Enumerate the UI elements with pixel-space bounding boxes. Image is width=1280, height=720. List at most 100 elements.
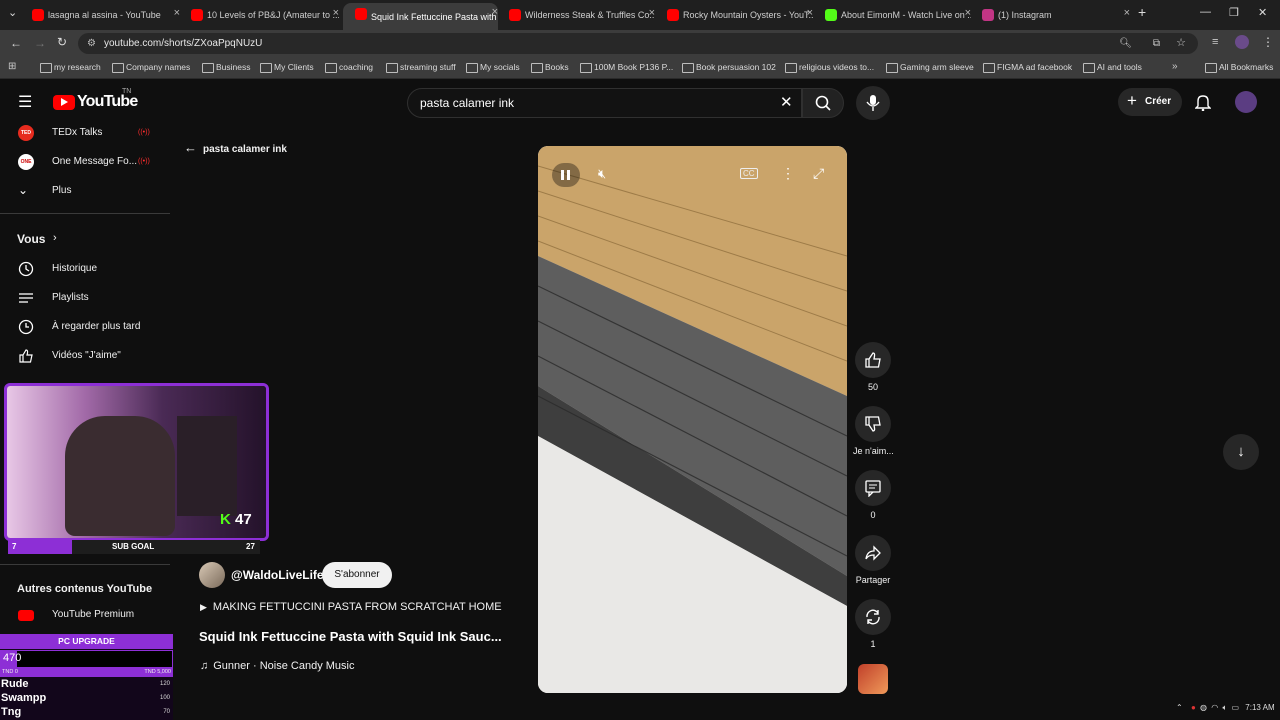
remix-count: 1	[870, 639, 876, 649]
tab-5[interactable]: Rocky Mountain Oysters - YouT... ×	[655, 4, 813, 26]
bookmark-folder[interactable]: FIGMA ad facebook	[983, 62, 1072, 73]
account-avatar[interactable]	[1235, 91, 1257, 113]
youtube-favicon-icon	[355, 8, 367, 20]
sidebar-youtube-premium[interactable]: YouTube Premium	[0, 601, 170, 629]
next-short-button[interactable]: ↓	[1223, 434, 1259, 470]
wifi-icon[interactable]: ◠	[1211, 703, 1218, 712]
extensions-icon[interactable]: ≡	[1212, 36, 1218, 48]
bookmark-folder[interactable]: religious videos to...	[785, 62, 874, 73]
clear-search-icon[interactable]: ✕	[780, 93, 793, 111]
tray-chevron-icon[interactable]: ⌃	[1176, 703, 1183, 712]
sidebar-more[interactable]: ⌄ Plus	[0, 177, 170, 205]
tray-app-icon[interactable]: ●	[1191, 703, 1196, 712]
hamburger-menu-icon[interactable]: ☰	[18, 92, 32, 112]
new-tab-icon[interactable]: +	[1138, 4, 1146, 20]
search-button[interactable]	[802, 88, 844, 118]
fullscreen-icon[interactable]: ⤢	[813, 165, 824, 182]
tab-7[interactable]: (1) Instagram ×	[970, 4, 1130, 26]
search-input[interactable]: pasta calamer ink	[407, 88, 802, 118]
tab-4[interactable]: Wilderness Steak & Truffles Co... ×	[497, 4, 655, 26]
bookmark-folder[interactable]: My Clients	[260, 62, 314, 73]
sidebar-watch-later[interactable]: À regarder plus tard	[0, 313, 170, 341]
captions-icon[interactable]: CC	[740, 168, 758, 179]
close-icon[interactable]: ×	[1124, 7, 1130, 19]
tab-6[interactable]: About EimonM - Watch Live on ... ×	[813, 4, 971, 26]
bookmark-folder[interactable]: AI and tools	[1083, 62, 1142, 73]
address-row: ← → ↻ ⚙ youtube.com/shorts/ZXoaPpqNUzU 🔍…	[0, 30, 1280, 57]
bookmark-folder[interactable]: Book persuasion 102	[682, 62, 776, 73]
tab-1[interactable]: lasagna al assina - YouTube ×	[20, 4, 180, 26]
comments-button[interactable]: 0	[855, 470, 891, 520]
window-close-icon[interactable]: ✕	[1258, 6, 1267, 19]
sidebar-you-header[interactable]: Vous ›	[0, 224, 170, 252]
channel-handle[interactable]: @WaldoLiveLife	[231, 568, 324, 582]
thumbs-up-icon	[865, 352, 881, 368]
bookmark-folder[interactable]: Gaming arm sleeve	[886, 62, 974, 73]
youtube-favicon-icon	[191, 9, 203, 21]
music-note-icon: ♫	[200, 660, 209, 672]
like-button[interactable]: 50	[855, 342, 891, 392]
volume-icon[interactable]: 🔈︎	[1222, 703, 1227, 712]
bookmark-folder[interactable]: Business	[202, 62, 251, 73]
short-music[interactable]: ♫ Gunner · Noise Candy Music	[200, 660, 354, 672]
tab-title: 10 Levels of PB&J (Amateur to ...	[207, 10, 339, 20]
notifications-bell-icon[interactable]	[1195, 94, 1211, 111]
short-video-player[interactable]: 🔇︎ CC ⋮ ⤢	[538, 146, 847, 693]
bookmark-folder[interactable]: My socials	[466, 62, 520, 73]
bookmark-folder[interactable]: Books	[531, 62, 569, 73]
bookmark-folder[interactable]: Company names	[112, 62, 190, 73]
install-icon[interactable]: ⧉	[1153, 33, 1160, 54]
url-bar[interactable]: ⚙ youtube.com/shorts/ZXoaPpqNUzU 🔍︎ ⧉ ☆	[78, 33, 1198, 54]
bookmark-folder[interactable]: my research	[40, 62, 101, 73]
create-button[interactable]: + Créer	[1118, 88, 1182, 116]
bookmark-folder[interactable]: 100M Book P136 P...	[580, 62, 673, 73]
sidebar-label: Playlists	[52, 292, 89, 303]
sidebar-sub-one-message[interactable]: ONE One Message Fo... ((•))	[0, 148, 170, 176]
tab-search-icon[interactable]: ⌄	[8, 6, 17, 19]
sub-goal-target: 27	[246, 542, 255, 551]
url-text: youtube.com/shorts/ZXoaPpqNUzU	[104, 38, 263, 49]
reload-icon[interactable]: ↻	[57, 35, 67, 49]
tab-3-active[interactable]: Squid Ink Fettuccine Pasta with ... ×	[343, 3, 498, 30]
microphone-icon	[866, 95, 880, 111]
channel-avatar[interactable]	[199, 562, 225, 588]
short-caption[interactable]: ▶ MAKING FETTUCCINI PASTA FROM SCRATCHAT …	[200, 601, 502, 613]
sidebar-liked-videos[interactable]: Vidéos "J'aime"	[0, 342, 170, 370]
sound-thumbnail[interactable]	[858, 664, 888, 694]
back-to-results[interactable]: ← pasta calamer ink	[184, 140, 287, 155]
more-options-icon[interactable]: ⋮	[781, 165, 795, 182]
profile-avatar[interactable]	[1235, 35, 1249, 49]
subscribe-button[interactable]: S'abonner	[322, 562, 392, 588]
tab-2[interactable]: 10 Levels of PB&J (Amateur to ... ×	[179, 4, 339, 26]
remix-button[interactable]: 1	[855, 599, 891, 649]
minimize-icon[interactable]: —	[1200, 6, 1211, 18]
sidebar-history[interactable]: Historique	[0, 255, 170, 283]
maximize-icon[interactable]: ❐	[1229, 6, 1239, 19]
share-button[interactable]: Partager	[851, 535, 895, 585]
sidebar-playlists[interactable]: Playlists	[0, 284, 170, 312]
apps-grid-icon[interactable]: ⊞	[8, 61, 16, 72]
youtube-favicon-icon	[667, 9, 679, 21]
site-info-icon[interactable]: ⚙	[87, 33, 96, 54]
sidebar-label: Vidéos "J'aime"	[52, 350, 121, 361]
forward-arrow-icon[interactable]: →	[34, 36, 46, 50]
zoom-icon[interactable]: 🔍︎	[1119, 33, 1132, 54]
clock-icon	[18, 319, 34, 335]
sidebar-sub-tedx[interactable]: TED TEDx Talks ((•))	[0, 119, 170, 147]
pause-button[interactable]	[552, 163, 580, 187]
kebab-menu-icon[interactable]: ⋮	[1262, 35, 1274, 49]
all-bookmarks[interactable]: All Bookmarks	[1205, 62, 1273, 73]
bookmark-folder[interactable]: coaching	[325, 62, 373, 73]
leader-value: 70	[163, 709, 170, 715]
tray-app-icon[interactable]: ◍	[1200, 703, 1207, 712]
more-bookmarks-icon[interactable]: »	[1172, 61, 1178, 72]
mute-icon[interactable]: 🔇︎	[598, 166, 606, 182]
back-arrow-icon[interactable]: ←	[10, 36, 22, 50]
bookmark-star-icon[interactable]: ☆	[1176, 33, 1186, 54]
short-title[interactable]: Squid Ink Fettuccine Pasta with Squid In…	[199, 629, 502, 644]
voice-search-button[interactable]	[856, 86, 890, 120]
close-icon[interactable]: ×	[333, 7, 339, 19]
bookmark-folder[interactable]: streaming stuff	[386, 62, 456, 73]
battery-icon[interactable]: ▭	[1232, 703, 1240, 712]
dislike-button[interactable]: Je n'aim...	[853, 406, 894, 456]
